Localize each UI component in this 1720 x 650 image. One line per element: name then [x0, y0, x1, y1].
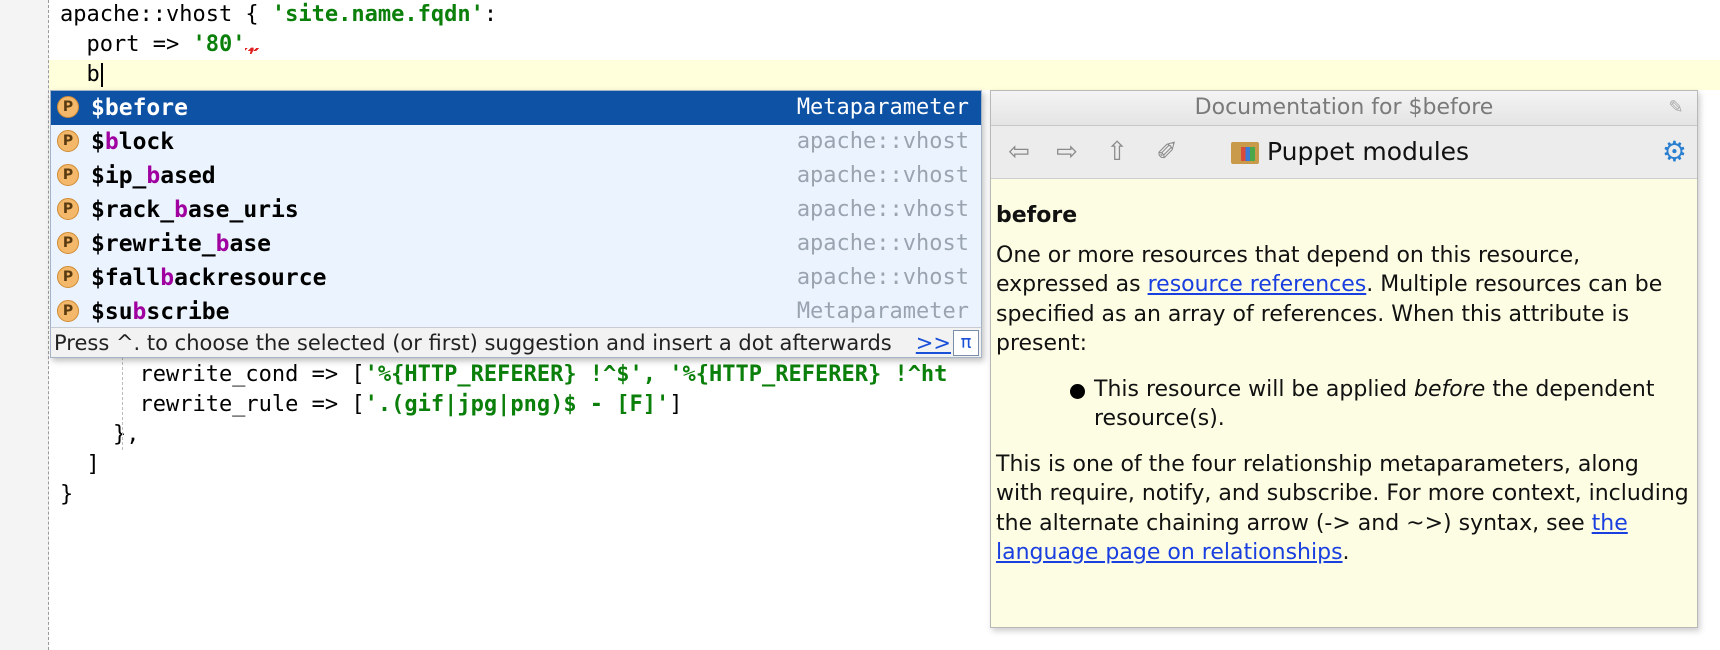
error-squiggle: ,	[245, 32, 259, 57]
completion-item-name: $fallbackresource	[91, 265, 327, 291]
completion-item-name: $before	[91, 95, 188, 121]
parameter-icon: P	[57, 130, 79, 152]
parameter-icon: P	[57, 266, 79, 288]
code-text: port =>	[60, 32, 193, 57]
doc-list-item: This resource will be applied before the…	[1070, 375, 1691, 434]
gear-icon[interactable]: ⚙	[1662, 136, 1687, 168]
documentation-title: Documentation for $before	[1194, 95, 1494, 120]
completion-item-name: $rewrite_base	[91, 231, 272, 257]
parameter-icon: P	[57, 164, 79, 186]
code-line-1[interactable]: apache::vhost { 'site.name.fqdn':	[60, 0, 497, 30]
string-literal: '%{HTTP_REFERER} !^$', '%{HTTP_REFERER} …	[364, 362, 948, 387]
forward-arrow-icon[interactable]: ⇨	[1051, 136, 1083, 168]
code-line-rewrite-rule[interactable]: rewrite_rule => ['.(gif|jpg|png)$ - [F]'…	[60, 390, 683, 420]
completion-item[interactable]: P $subscribe Metaparameter	[51, 295, 981, 329]
completion-item[interactable]: P $fallbackresource apache::vhost	[51, 261, 981, 295]
code-text: apache::vhost {	[60, 2, 272, 27]
completion-item-name: $rack_base_uris	[91, 197, 299, 223]
doc-paragraph: This is one of the four relationship met…	[996, 451, 1689, 566]
completion-hint: Press ^. to choose the selected (or firs…	[51, 327, 981, 357]
doc-paragraph: One or more resources that depend on thi…	[996, 242, 1663, 357]
completion-item[interactable]: P $ip_based apache::vhost	[51, 159, 981, 193]
back-arrow-icon[interactable]: ⇦	[1003, 136, 1035, 168]
code-text: :	[483, 2, 498, 27]
modules-label: Puppet modules	[1267, 137, 1470, 166]
editor-gutter	[0, 0, 49, 650]
documentation-title-bar[interactable]: Documentation for $before ✎	[991, 91, 1697, 126]
completion-item-type: apache::vhost	[796, 265, 969, 290]
documentation-popup[interactable]: Documentation for $before ✎ ⇦ ⇨ ⇧ ✐ Pupp…	[990, 90, 1698, 628]
completion-item[interactable]: P $rack_base_uris apache::vhost	[51, 193, 981, 227]
modules-breadcrumb[interactable]: Puppet modules	[1231, 126, 1469, 178]
completion-item-type: apache::vhost	[796, 163, 969, 188]
parameter-icon: P	[57, 232, 79, 254]
code-text: },	[60, 422, 140, 447]
string-literal: 'site.name.fqdn'	[271, 2, 484, 27]
more-link[interactable]: >>	[916, 328, 951, 357]
text-caret	[100, 63, 103, 87]
completion-hint-text: Press ^. to choose the selected (or firs…	[54, 331, 892, 355]
code-line-3[interactable]: b	[60, 60, 103, 90]
doc-list: This resource will be applied before the…	[996, 375, 1691, 434]
code-text: rewrite_cond => [	[60, 362, 365, 387]
code-line-2[interactable]: port => '80',	[60, 30, 259, 60]
string-literal: '80'	[192, 32, 246, 57]
completion-item-type: Metaparameter	[796, 299, 969, 324]
parameter-icon: P	[57, 96, 79, 118]
code-line-close-resource[interactable]: }	[60, 480, 73, 510]
completion-item-type: apache::vhost	[796, 129, 969, 154]
code-text: b	[60, 62, 100, 87]
parameter-icon: P	[57, 198, 79, 220]
folder-icon	[1231, 142, 1259, 164]
completion-item-type: Metaparameter	[796, 95, 969, 120]
completion-popup[interactable]: P $before Metaparameter P $block apache:…	[50, 90, 982, 358]
documentation-body: before One or more resources that depend…	[991, 179, 1697, 568]
parameter-icon: P	[57, 300, 79, 322]
current-line-highlight	[49, 60, 1720, 90]
doc-heading: before	[996, 203, 1078, 228]
completion-item[interactable]: P $before Metaparameter	[51, 91, 981, 125]
completion-item-name: $subscribe	[91, 299, 230, 325]
code-text: rewrite_rule => [	[60, 392, 365, 417]
completion-item[interactable]: P $block apache::vhost	[51, 125, 981, 159]
code-line-rewrite-cond[interactable]: rewrite_cond => ['%{HTTP_REFERER} !^$', …	[60, 360, 947, 390]
completion-item-name: $ip_based	[91, 163, 216, 189]
code-text: ]	[669, 392, 683, 417]
completion-item[interactable]: P $rewrite_base apache::vhost	[51, 227, 981, 261]
code-text: }	[60, 482, 74, 507]
resource-references-link[interactable]: resource references	[1148, 272, 1367, 297]
code-line-close-bracket[interactable]: ]	[60, 450, 100, 480]
documentation-toolbar: ⇦ ⇨ ⇧ ✐ Puppet modules ⚙	[991, 126, 1697, 179]
completion-item-type: apache::vhost	[796, 197, 969, 222]
string-literal: '.(gif|jpg|png)$ - [F]'	[364, 392, 670, 417]
pin-icon[interactable]: ✎	[1665, 97, 1687, 119]
edit-source-icon[interactable]: ✐	[1151, 136, 1183, 168]
code-line-close-brace[interactable]: },	[60, 420, 140, 450]
completion-item-name: $block	[91, 129, 175, 155]
up-arrow-icon[interactable]: ⇧	[1101, 136, 1133, 168]
pi-icon[interactable]: π	[953, 330, 979, 356]
code-text: ]	[60, 452, 100, 477]
completion-item-type: apache::vhost	[796, 231, 969, 256]
